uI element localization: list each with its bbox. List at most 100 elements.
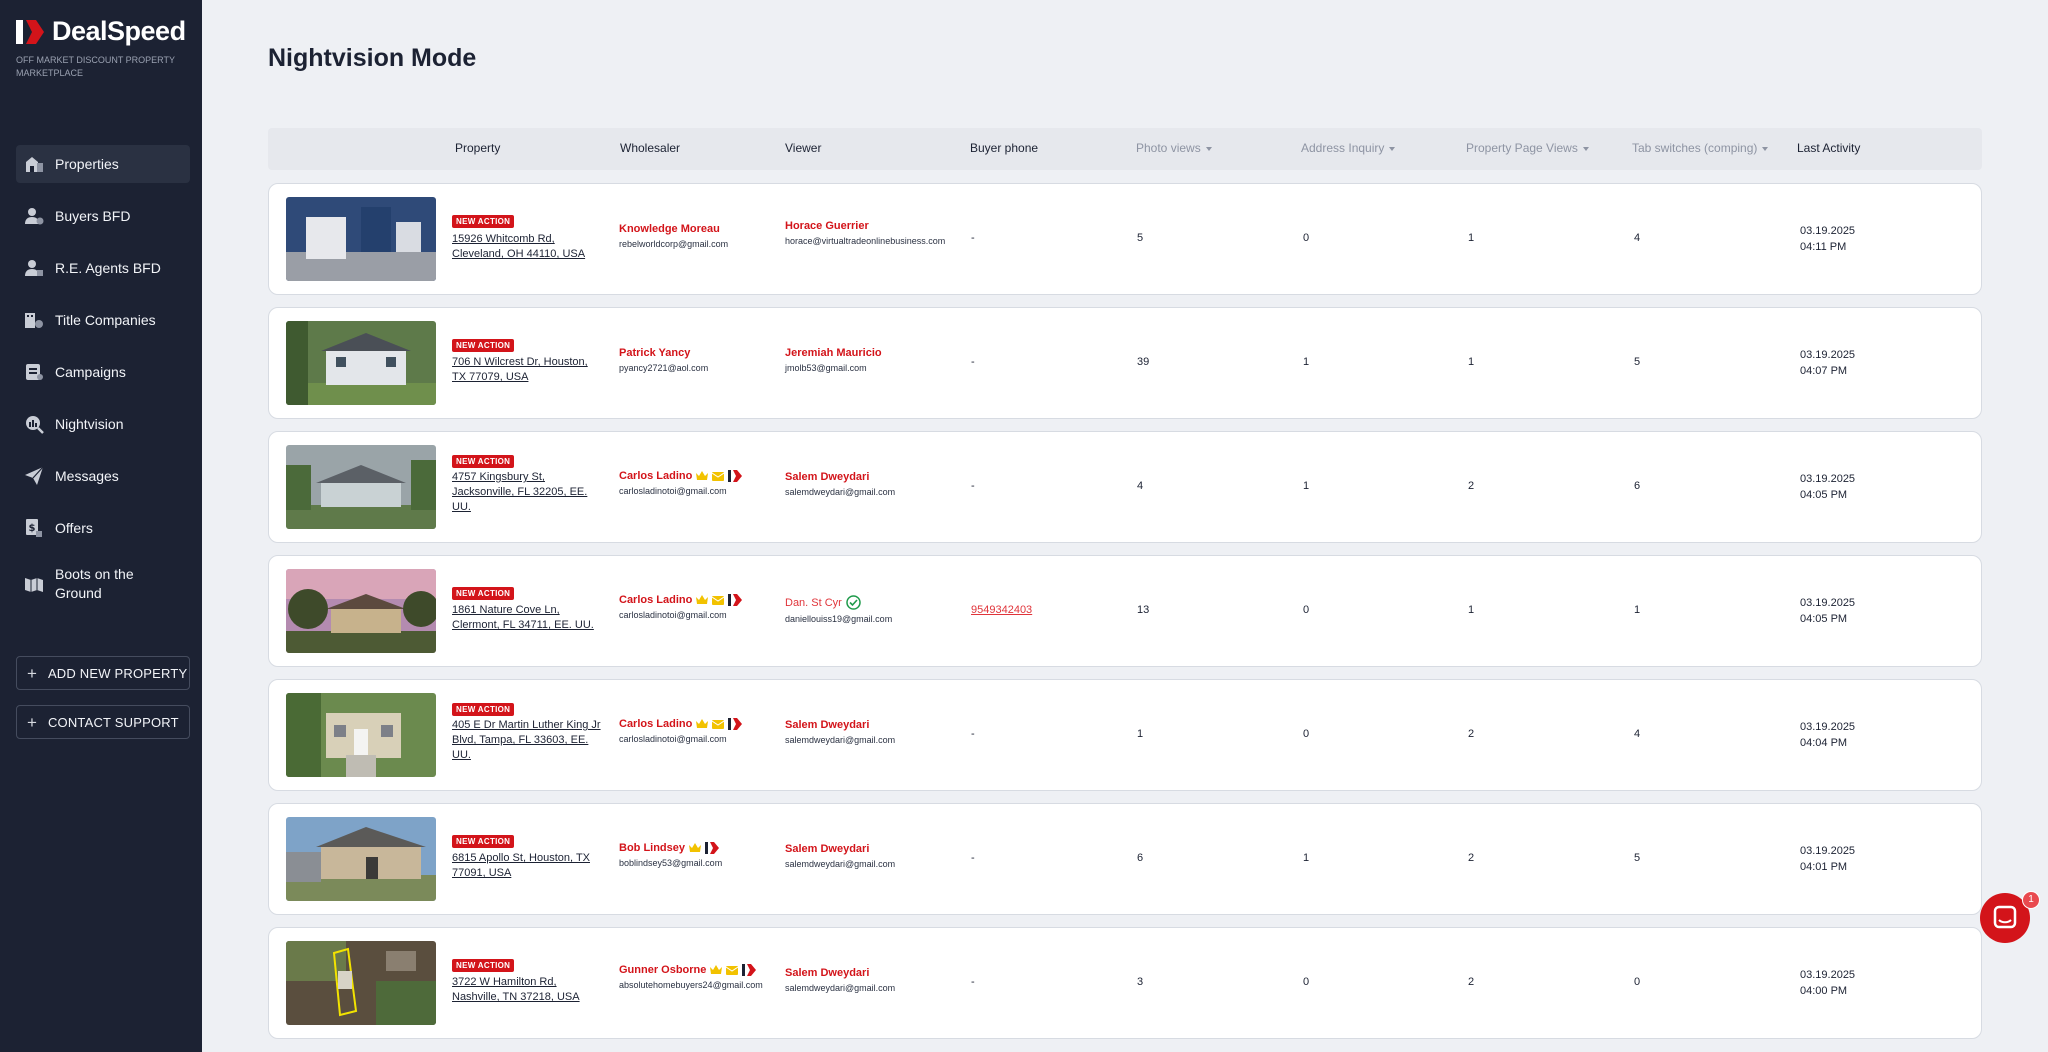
buyer-phone: - (971, 852, 975, 864)
plus-icon: + (27, 712, 37, 732)
mail-icon (712, 595, 725, 605)
viewer-cell: Salem Dweydari salemdweydari@gmail.com (785, 967, 950, 993)
viewer-name[interactable]: Salem Dweydari (785, 471, 950, 483)
column-header-address-inquiry[interactable]: Address Inquiry (1301, 141, 1396, 155)
property-photo[interactable] (286, 197, 436, 281)
table-row[interactable]: NEW ACTION 6815 Apollo St, Houston, TX 7… (268, 803, 1982, 915)
dealspeed-badge-icon (742, 964, 757, 976)
photo-views-value: 3 (1137, 976, 1144, 988)
photo-views-value: 13 (1137, 604, 1150, 616)
viewer-name[interactable]: Salem Dweydari (785, 843, 950, 855)
viewer-name[interactable]: Salem Dweydari (785, 967, 950, 979)
wholesaler-cell: Patrick Yancy pyancy2721@aol.com (619, 347, 708, 373)
boots-icon (25, 578, 43, 592)
viewer-email: jmolb53@gmail.com (785, 363, 867, 373)
buyer-phone: - (971, 480, 975, 492)
wholesaler-name[interactable]: Carlos Ladino (619, 470, 743, 482)
sidebar-item-title-companies[interactable]: Title Companies (16, 301, 190, 339)
buyer-phone: - (971, 728, 975, 740)
property-address-link[interactable]: 706 N Wilcrest Dr, Houston, TX 77079, US… (452, 355, 602, 385)
column-header-photo-views[interactable]: Photo views (1136, 141, 1212, 155)
viewer-cell: Salem Dweydari salemdweydari@gmail.com (785, 843, 950, 869)
sidebar-item-label: Nightvision (55, 415, 124, 432)
viewer-name[interactable]: Dan. St Cyr (785, 595, 950, 610)
column-header-page-views[interactable]: Property Page Views (1466, 141, 1589, 155)
sidebar-item-properties[interactable]: Properties (16, 145, 190, 183)
tab-switches-value: 4 (1634, 232, 1641, 244)
property-photo[interactable] (286, 445, 436, 529)
dealspeed-badge-icon (705, 842, 720, 854)
dealspeed-badge-icon (728, 718, 743, 730)
property-photo[interactable] (286, 817, 436, 901)
contact-support-button[interactable]: + CONTACT SUPPORT (16, 705, 190, 739)
property-address-link[interactable]: 6815 Apollo St, Houston, TX 77091, USA (452, 851, 602, 881)
tagline: OFF MARKET DISCOUNT PROPERTY MARKETPLACE (16, 55, 175, 78)
wholesaler-name[interactable]: Patrick Yancy (619, 347, 708, 359)
sidebar-item-label: Title Companies (55, 311, 156, 328)
crown-icon (689, 843, 702, 852)
viewer-cell: Salem Dweydari salemdweydari@gmail.com (785, 471, 950, 497)
sidebar-item-offers[interactable]: $ Offers (16, 509, 190, 547)
sidebar-item-boots[interactable]: Boots on the Ground (16, 561, 190, 607)
buyer-phone-link[interactable]: 9549342403 (971, 604, 1032, 616)
address-inquiry-value: 0 (1303, 976, 1310, 988)
sidebar-item-label: R.E. Agents BFD (55, 259, 161, 276)
page-views-value: 2 (1468, 728, 1475, 740)
wholesaler-name[interactable]: Carlos Ladino (619, 594, 743, 606)
wholesaler-email: carlosladinotoi@gmail.com (619, 734, 727, 744)
property-address-link[interactable]: 4757 Kingsbury St, Jacksonville, FL 3220… (452, 470, 602, 515)
sidebar-item-campaigns[interactable]: Campaigns (16, 353, 190, 391)
wholesaler-name[interactable]: Carlos Ladino (619, 718, 743, 730)
sort-caret-icon (1762, 146, 1769, 151)
add-new-property-button[interactable]: + ADD NEW PROPERTY (16, 656, 190, 690)
sidebar-item-nightvision[interactable]: Nightvision (16, 405, 190, 443)
wholesaler-name[interactable]: Bob Lindsey (619, 842, 722, 854)
photo-views-value: 39 (1137, 356, 1150, 368)
sort-caret-icon (1582, 146, 1589, 151)
address-inquiry-value: 0 (1303, 232, 1310, 244)
table-row[interactable]: NEW ACTION 1861 Nature Cove Ln, Clermont… (268, 555, 1982, 667)
wholesaler-name[interactable]: Knowledge Moreau (619, 223, 728, 235)
sidebar-item-agents[interactable]: R.E. Agents BFD (16, 249, 190, 287)
new-action-badge: NEW ACTION (452, 959, 515, 972)
buyer-phone: - (971, 976, 975, 988)
tab-switches-value: 1 (1634, 604, 1641, 616)
crown-icon (696, 471, 709, 480)
verified-check-icon (846, 595, 861, 610)
wholesaler-email: boblindsey53@gmail.com (619, 858, 723, 868)
property-photo[interactable] (286, 693, 436, 777)
property-address-link[interactable]: 15926 Whitcomb Rd, Cleveland, OH 44110, … (452, 232, 602, 262)
tab-switches-value: 5 (1634, 356, 1641, 368)
table-row[interactable]: NEW ACTION 405 E Dr Martin Luther King J… (268, 679, 1982, 791)
new-action-badge: NEW ACTION (452, 587, 515, 600)
column-header-tab-switches[interactable]: Tab switches (comping) (1632, 141, 1769, 155)
sidebar-item-label: Properties (55, 155, 119, 172)
viewer-name[interactable]: Jeremiah Mauricio (785, 347, 950, 359)
messages-icon (25, 466, 44, 485)
viewer-cell: Jeremiah Mauricio jmolb53@gmail.com (785, 347, 950, 373)
wholesaler-email: pyancy2721@aol.com (619, 363, 709, 373)
nightvision-icon (26, 416, 44, 434)
property-address-link[interactable]: 1861 Nature Cove Ln, Clermont, FL 34711,… (452, 603, 602, 633)
property-photo[interactable] (286, 941, 436, 1025)
wholesaler-name[interactable]: Gunner Osborne (619, 964, 769, 976)
property-address-link[interactable]: 405 E Dr Martin Luther King Jr Blvd, Tam… (452, 718, 602, 763)
table-row[interactable]: NEW ACTION 15926 Whitcomb Rd, Cleveland,… (268, 183, 1982, 295)
property-address-link[interactable]: 3722 W Hamilton Rd, Nashville, TN 37218,… (452, 975, 602, 1005)
property-photo[interactable] (286, 569, 436, 653)
table-row[interactable]: NEW ACTION 3722 W Hamilton Rd, Nashville… (268, 927, 1982, 1039)
sidebar-item-buyers[interactable]: Buyers BFD (16, 197, 190, 235)
viewer-cell: Horace Guerrier horace@virtualtradeonlin… (785, 220, 950, 246)
address-inquiry-value: 0 (1303, 728, 1310, 740)
viewer-name[interactable]: Salem Dweydari (785, 719, 950, 731)
crown-icon (710, 965, 723, 974)
logo[interactable]: DealSpeed (16, 16, 186, 47)
photo-views-value: 4 (1137, 480, 1144, 492)
table-row[interactable]: NEW ACTION 4757 Kingsbury St, Jacksonvil… (268, 431, 1982, 543)
property-photo[interactable] (286, 321, 436, 405)
sidebar-item-messages[interactable]: Messages (16, 457, 190, 495)
table-row[interactable]: NEW ACTION 706 N Wilcrest Dr, Houston, T… (268, 307, 1982, 419)
page-views-value: 2 (1468, 976, 1475, 988)
viewer-name[interactable]: Horace Guerrier (785, 220, 950, 232)
title-companies-icon (25, 313, 43, 328)
